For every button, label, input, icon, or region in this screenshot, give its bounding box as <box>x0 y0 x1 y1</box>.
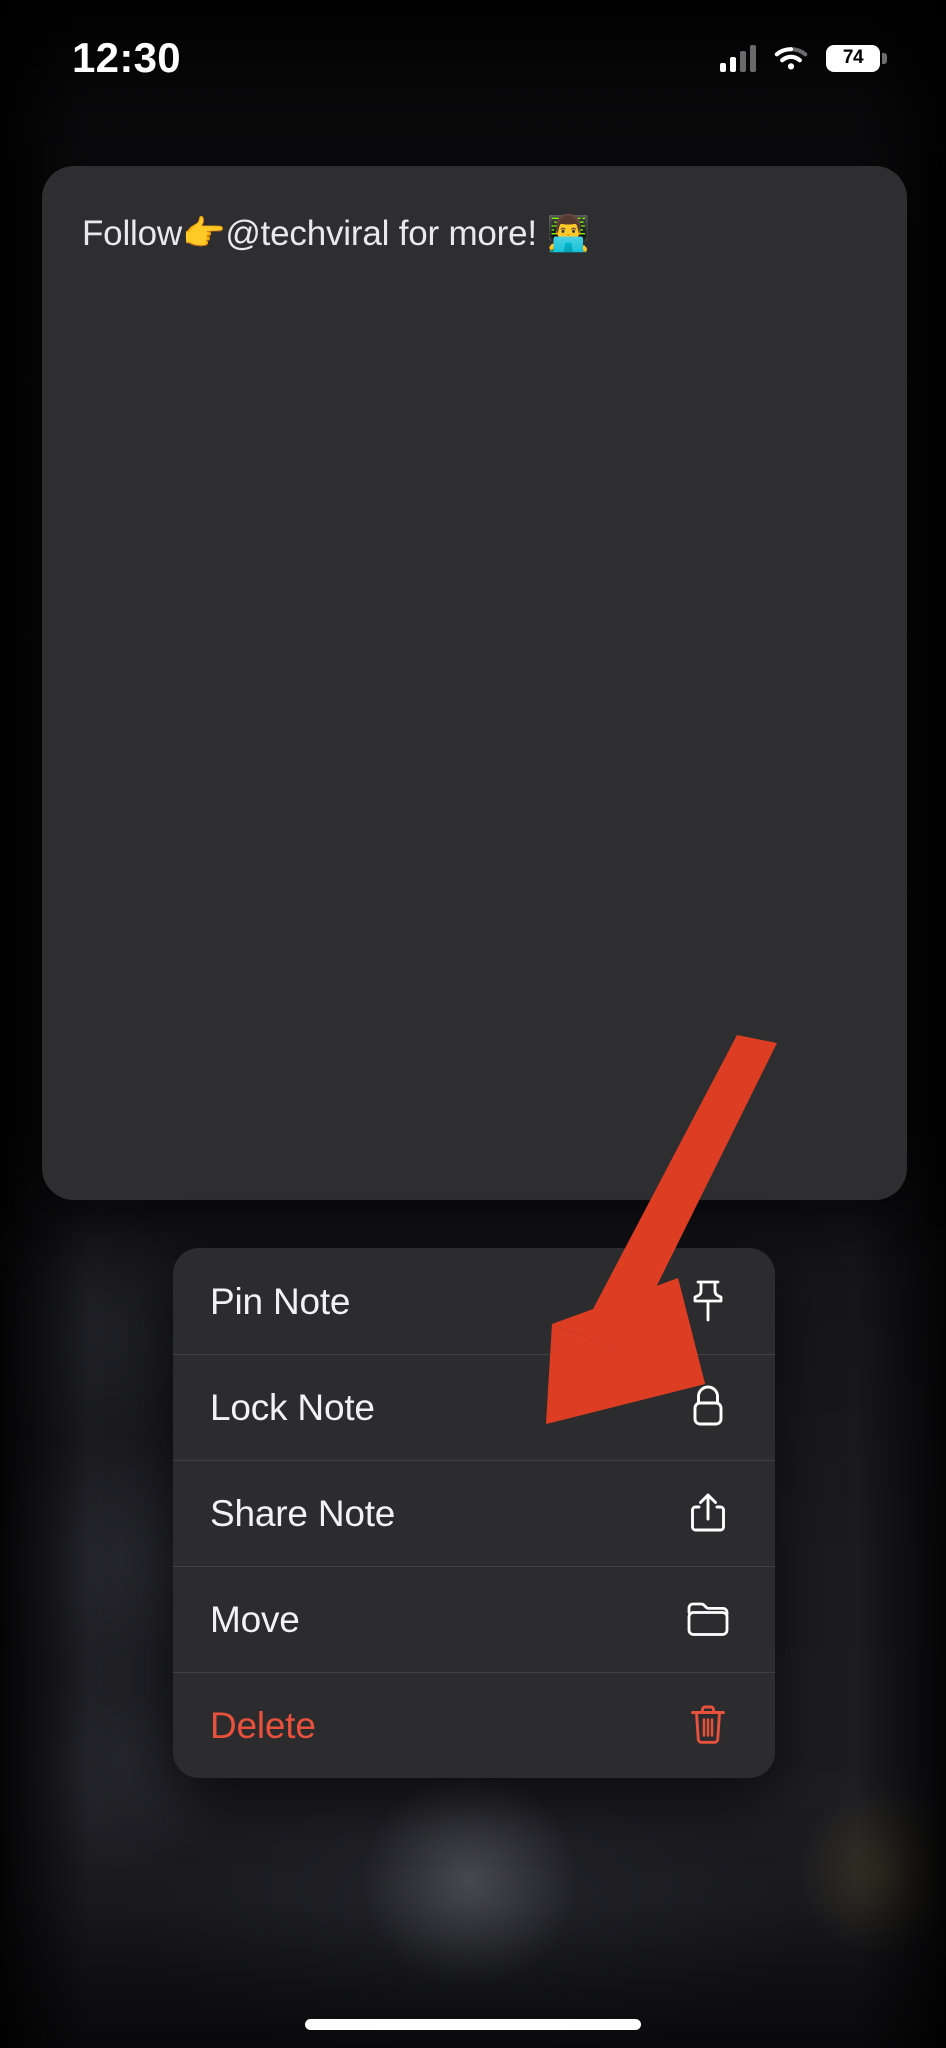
pin-icon <box>685 1278 731 1324</box>
menu-item-move[interactable]: Move <box>173 1566 775 1672</box>
iphone-screen: 12:30 74 Follow👉@techviral for more! 👨‍💻 <box>0 0 946 2048</box>
menu-item-delete[interactable]: Delete <box>173 1672 775 1778</box>
share-icon <box>685 1490 731 1536</box>
lock-icon <box>685 1384 731 1430</box>
menu-item-share-note[interactable]: Share Note <box>173 1460 775 1566</box>
status-bar: 12:30 74 <box>0 0 946 110</box>
cellular-bars-icon <box>720 44 756 72</box>
menu-item-label: Lock Note <box>210 1386 375 1428</box>
status-bar-time: 12:30 <box>72 34 181 81</box>
note-preview-card[interactable]: Follow👉@techviral for more! 👨‍💻 <box>42 166 907 1200</box>
note-context-menu[interactable]: Pin Note Lock Note Share Note Move Delet… <box>173 1248 775 1778</box>
menu-item-label: Delete <box>210 1704 316 1746</box>
battery-icon: 74 <box>826 44 887 72</box>
folder-icon <box>685 1596 731 1642</box>
menu-item-label: Move <box>210 1598 300 1640</box>
battery-percent-label: 74 <box>842 47 864 68</box>
menu-item-pin-note[interactable]: Pin Note <box>173 1248 775 1354</box>
note-text: Follow👉@techviral for more! 👨‍💻 <box>82 214 590 253</box>
home-indicator[interactable] <box>305 2019 641 2030</box>
menu-item-lock-note[interactable]: Lock Note <box>173 1354 775 1460</box>
menu-item-label: Share Note <box>210 1492 396 1534</box>
status-bar-indicators: 74 <box>720 44 887 72</box>
trash-icon <box>685 1702 731 1748</box>
menu-item-label: Pin Note <box>210 1280 351 1322</box>
wifi-icon <box>774 45 808 71</box>
note-body: Follow👉@techviral for more! 👨‍💻 <box>42 166 907 257</box>
